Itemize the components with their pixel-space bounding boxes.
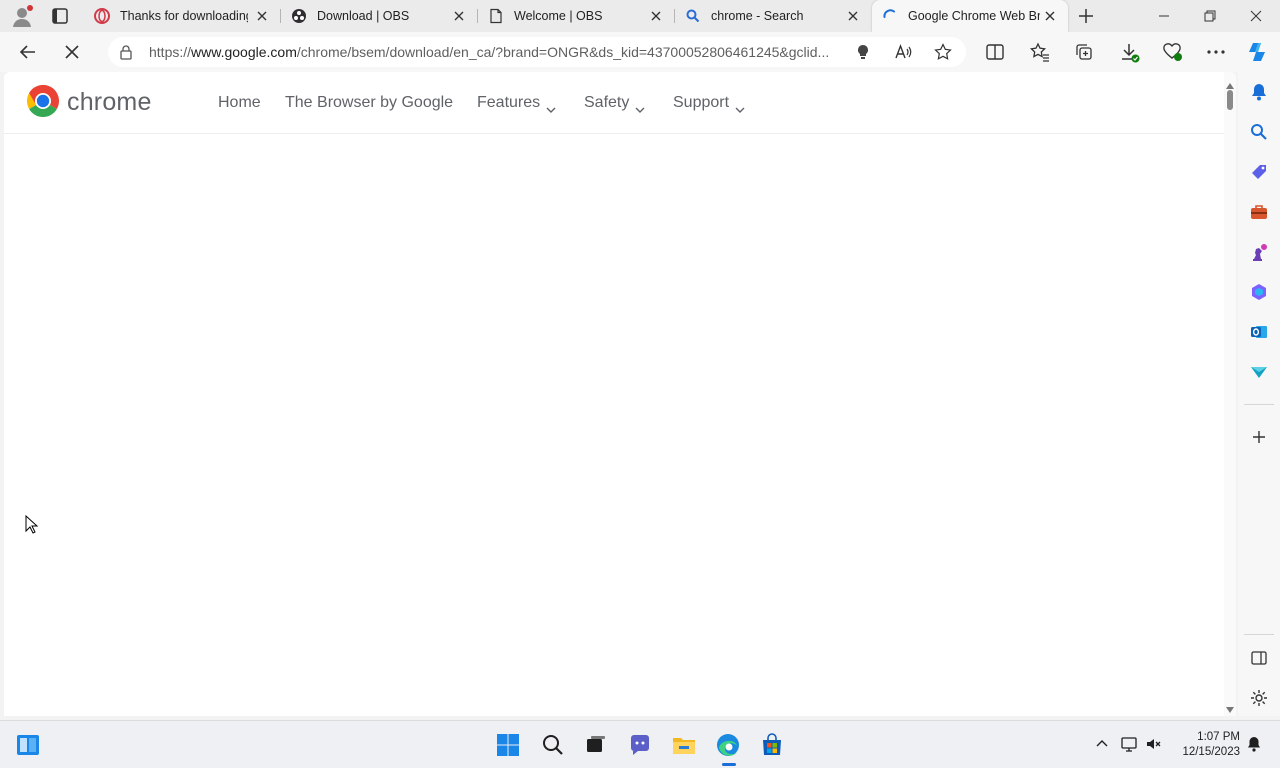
microsoft-365-icon[interactable] (1249, 282, 1269, 302)
settings-more-icon[interactable] (1204, 40, 1228, 64)
mouse-cursor-icon (25, 514, 39, 535)
url-path: /chrome/bsem/download/en_ca/?brand=ONGR&… (296, 44, 830, 60)
tab-title: Download | OBS (317, 9, 410, 23)
url-prefix: https:// (149, 44, 192, 60)
nav-home[interactable]: Home (218, 94, 261, 112)
lock-icon[interactable] (118, 44, 134, 60)
opera-icon (94, 8, 110, 24)
tray-overflow-chevron-icon[interactable] (1093, 735, 1111, 753)
close-tab-icon[interactable] (254, 8, 270, 24)
hide-sidebar-icon[interactable] (1249, 648, 1269, 668)
clock-date: 12/15/2023 (1182, 746, 1240, 758)
collections-icon[interactable] (1072, 40, 1096, 64)
page-icon (488, 8, 504, 24)
system-clock[interactable]: 1:07 PM 12/15/2023 (1170, 730, 1240, 760)
restore-button[interactable] (1187, 0, 1233, 32)
nav-safety-label: Safety (584, 94, 630, 111)
stop-loading-icon[interactable] (60, 40, 84, 64)
chevron-down-icon (635, 100, 645, 113)
sidebar-divider (1244, 404, 1274, 405)
new-tab-icon[interactable] (1076, 6, 1096, 26)
active-app-indicator (722, 763, 736, 766)
scroll-thumb[interactable] (1227, 90, 1233, 110)
nav-support[interactable]: Support (673, 94, 745, 113)
profile-avatar-icon[interactable] (10, 4, 34, 28)
page-scrollbar[interactable] (1224, 72, 1236, 716)
favorite-star-icon[interactable] (934, 43, 952, 61)
lightbulb-icon[interactable] (854, 43, 872, 61)
taskbar-search-icon[interactable] (541, 733, 565, 757)
address-bar[interactable]: https://www.google.com/chrome/bsem/downl… (108, 37, 966, 67)
close-tab-icon[interactable] (648, 8, 664, 24)
scroll-down-arrow-icon[interactable] (1226, 700, 1234, 716)
search-icon (685, 8, 701, 24)
chrome-logo-icon[interactable] (25, 83, 61, 119)
browser-toolbar: https://www.google.com/chrome/bsem/downl… (0, 32, 1280, 72)
tab-title: chrome - Search (711, 9, 804, 23)
nav-features-label: Features (477, 94, 541, 111)
chevron-down-icon (735, 100, 745, 113)
tab-title: Welcome | OBS (514, 9, 603, 23)
teams-chat-icon[interactable] (628, 733, 652, 757)
tab-welcome-obs[interactable]: Welcome | OBS (478, 0, 674, 32)
nav-safety[interactable]: Safety (584, 94, 645, 113)
split-screen-icon[interactable] (983, 40, 1007, 64)
nav-browser-by-google[interactable]: The Browser by Google (285, 94, 453, 112)
url-host: www.google.com (191, 44, 297, 60)
search-icon[interactable] (1249, 122, 1269, 142)
microsoft-store-icon[interactable] (760, 733, 784, 757)
tab-google-chrome-web-browser[interactable]: Google Chrome Web Br (872, 0, 1068, 32)
outlook-icon[interactable] (1249, 322, 1269, 342)
page-viewport: chrome Home The Browser by Google Featur… (4, 72, 1236, 716)
browser-essentials-icon[interactable] (1160, 40, 1184, 64)
site-header: chrome Home The Browser by Google Featur… (4, 72, 1224, 134)
tab-thanks-for-downloading[interactable]: Thanks for downloading (84, 0, 280, 32)
sidebar-divider (1244, 634, 1274, 635)
send-drop-icon[interactable] (1249, 362, 1269, 382)
volume-muted-icon[interactable] (1145, 735, 1163, 753)
tab-title: Thanks for downloading (120, 9, 248, 23)
chevron-down-icon (546, 100, 556, 113)
tab-strip: Thanks for downloading Download | OBS We… (0, 0, 1280, 32)
clock-time: 1:07 PM (1197, 731, 1240, 743)
url-text[interactable]: https://www.google.com/chrome/bsem/downl… (149, 44, 849, 60)
shopping-tag-icon[interactable] (1249, 162, 1269, 182)
notification-bell-icon[interactable] (1249, 82, 1269, 102)
obs-icon (291, 8, 307, 24)
loading-icon (882, 8, 898, 24)
network-icon[interactable] (1120, 735, 1138, 753)
notifications-icon[interactable] (1245, 735, 1263, 753)
nav-features[interactable]: Features (477, 94, 556, 113)
close-tab-icon[interactable] (451, 8, 467, 24)
gear-icon[interactable] (1249, 688, 1269, 708)
tab-download-obs[interactable]: Download | OBS (281, 0, 477, 32)
minimize-button[interactable] (1141, 0, 1187, 32)
read-aloud-icon[interactable] (894, 43, 912, 61)
tab-title: Google Chrome Web Br (908, 9, 1040, 23)
tab-chrome-search[interactable]: chrome - Search (675, 0, 871, 32)
close-tab-icon[interactable] (845, 8, 861, 24)
back-arrow-icon[interactable] (16, 40, 40, 64)
copilot-icon[interactable] (1246, 40, 1270, 64)
widgets-icon[interactable] (16, 733, 40, 757)
downloads-icon[interactable] (1117, 40, 1141, 64)
windows-taskbar: 1:07 PM 12/15/2023 (0, 720, 1280, 768)
close-window-button[interactable] (1233, 0, 1279, 32)
nav-support-label: Support (673, 94, 730, 111)
file-explorer-icon[interactable] (672, 733, 696, 757)
add-icon[interactable] (1249, 427, 1269, 447)
task-view-icon[interactable] (584, 733, 608, 757)
close-tab-icon[interactable] (1042, 8, 1058, 24)
brand-wordmark[interactable]: chrome (67, 88, 152, 117)
edge-browser-icon[interactable] (716, 733, 740, 757)
tools-briefcase-icon[interactable] (1249, 202, 1269, 222)
windows-start-icon[interactable] (496, 733, 520, 757)
favorites-icon[interactable] (1028, 40, 1052, 64)
tab-actions-icon[interactable] (50, 6, 70, 26)
edge-sidebar (1238, 72, 1280, 716)
games-chess-icon[interactable] (1249, 242, 1269, 262)
